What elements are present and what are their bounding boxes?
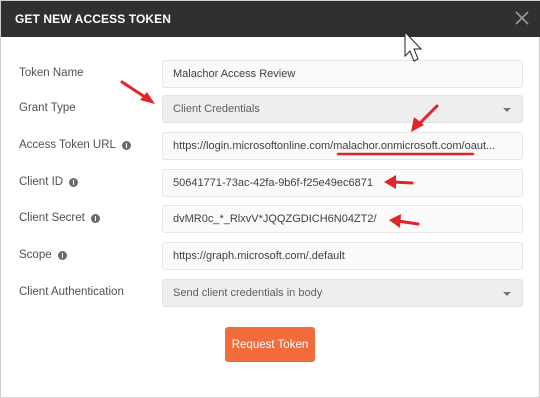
request-token-button[interactable]: Request Token bbox=[225, 327, 315, 362]
client-authentication-select[interactable]: Send client credentials in body bbox=[162, 279, 523, 307]
grant-type-label: Grant Type bbox=[19, 102, 76, 114]
dropdown-caret-icon bbox=[503, 292, 511, 296]
client-id-input[interactable]: 50641771-73ac-42fa-9b6f-f25e49ec6871 bbox=[162, 169, 523, 197]
close-icon[interactable] bbox=[512, 8, 532, 28]
get-new-access-token-dialog: GET NEW ACCESS TOKEN Token Name Malachor… bbox=[0, 0, 540, 398]
token-name-input[interactable]: Malachor Access Review bbox=[162, 60, 523, 88]
client-id-label: Client ID bbox=[19, 174, 79, 190]
info-icon[interactable] bbox=[69, 177, 79, 187]
access-token-url-label: Access Token URL bbox=[19, 137, 131, 153]
info-icon[interactable] bbox=[90, 213, 100, 223]
info-icon[interactable] bbox=[121, 140, 131, 150]
client-authentication-label: Client Authentication bbox=[19, 286, 124, 298]
client-secret-label: Client Secret bbox=[19, 210, 100, 226]
scope-label: Scope bbox=[19, 247, 67, 263]
info-icon[interactable] bbox=[57, 250, 67, 260]
token-name-label: Token Name bbox=[19, 67, 84, 79]
scope-input[interactable]: https://graph.microsoft.com/.default bbox=[162, 242, 523, 270]
client-secret-input[interactable]: dvMR0c_*_RlxvV*JQQZGDICH6N04ZT2/ bbox=[162, 205, 523, 233]
grant-type-select[interactable]: Client Credentials bbox=[162, 95, 523, 123]
dialog-title: GET NEW ACCESS TOKEN bbox=[15, 12, 172, 26]
dropdown-caret-icon bbox=[503, 108, 511, 112]
dialog-titlebar: GET NEW ACCESS TOKEN bbox=[1, 1, 540, 37]
access-token-url-input[interactable]: https://login.microsoftonline.com/malach… bbox=[162, 132, 523, 160]
